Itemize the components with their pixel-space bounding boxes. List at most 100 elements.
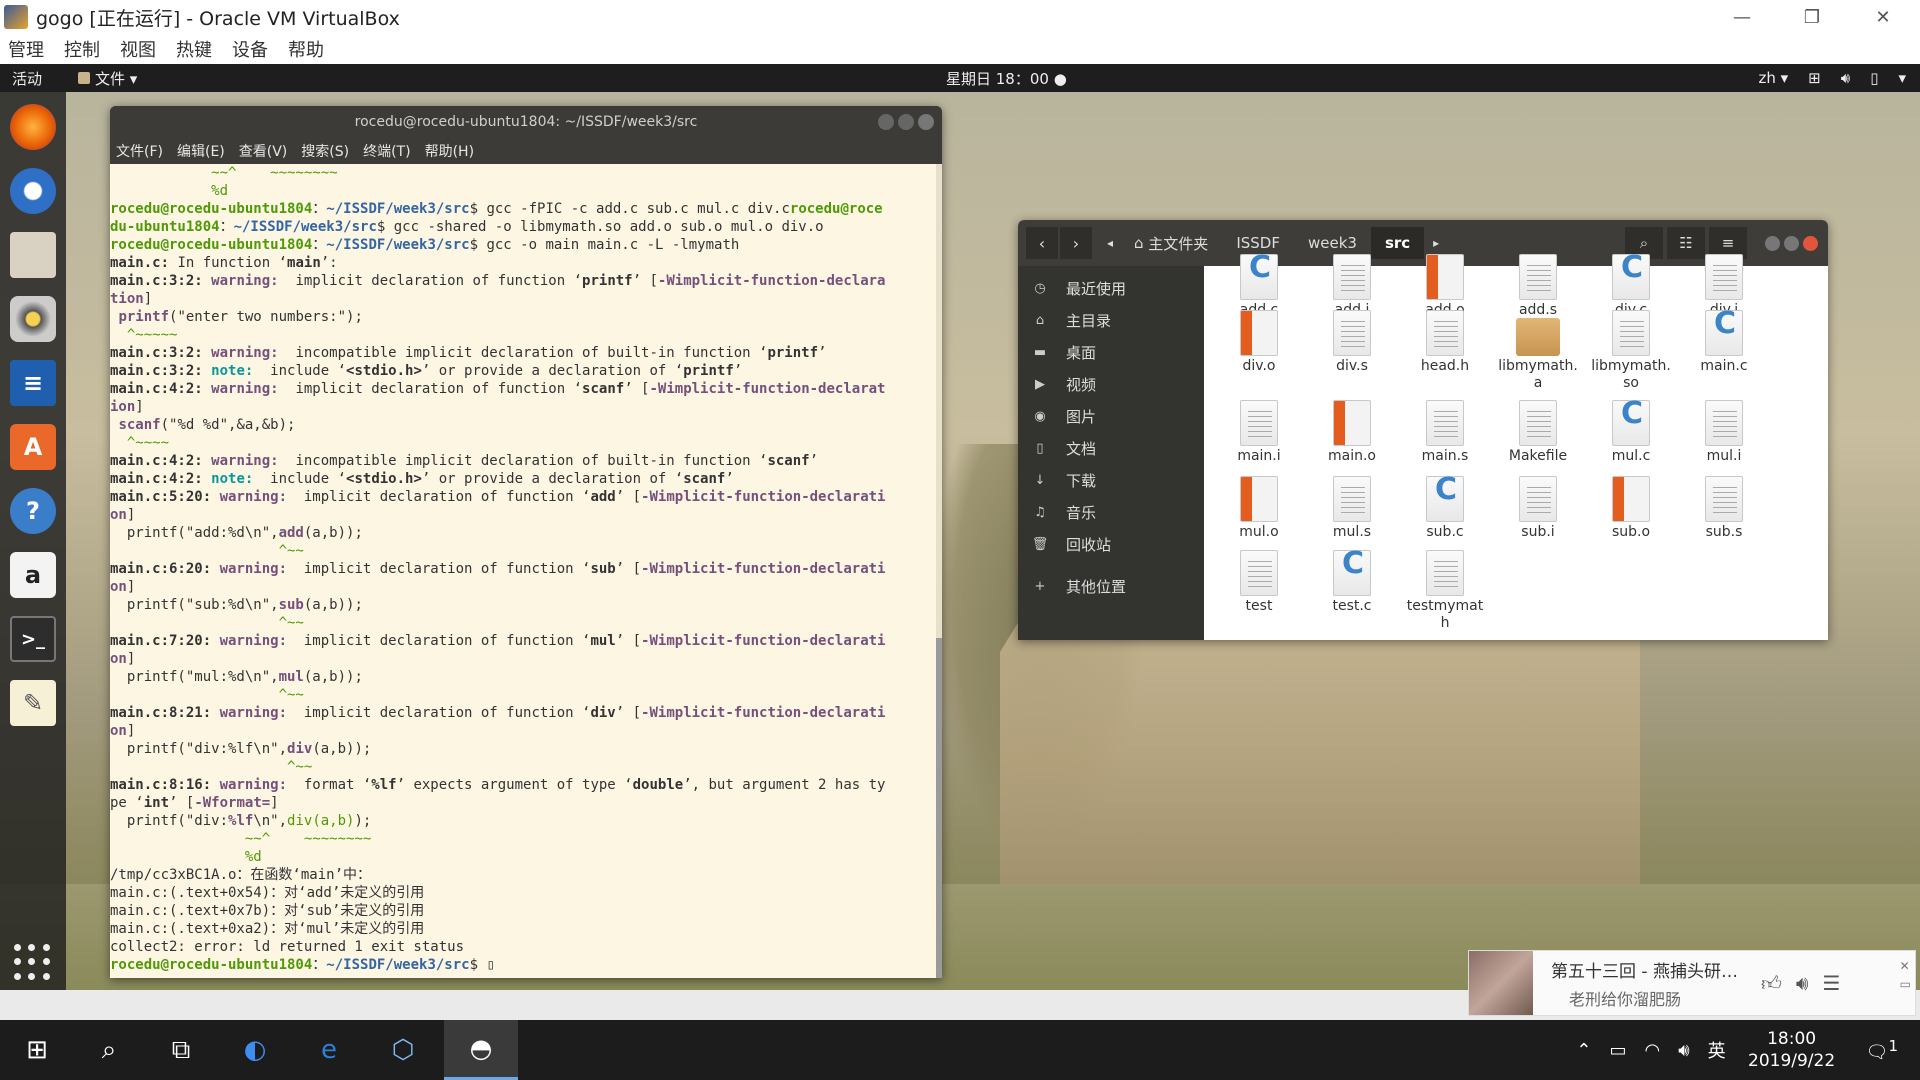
input-method-indicator[interactable]: zh ▾ — [1758, 69, 1788, 87]
forward-button[interactable]: › — [1060, 227, 1092, 259]
files-icon[interactable] — [10, 232, 56, 278]
gnome-clock[interactable]: 星期日 18：00 ● — [946, 68, 1067, 89]
thumbs-up-icon[interactable]: 👍︎ — [1761, 971, 1782, 996]
terminal-menu-help[interactable]: 帮助(H) — [425, 141, 474, 161]
crumb-home[interactable]: ⌂ 主文件夹 — [1120, 227, 1222, 259]
file-item[interactable]: mul.s — [1307, 476, 1397, 541]
files-close-button[interactable] — [1803, 235, 1818, 251]
file-item[interactable]: mul.c — [1586, 400, 1676, 465]
help-icon[interactable]: ? — [10, 488, 56, 534]
file-item[interactable]: test.c — [1307, 550, 1397, 615]
menu-devices[interactable]: 设备 — [232, 36, 268, 62]
notification-center-icon[interactable]: 🗨︎1 — [1866, 1037, 1898, 1063]
firefox-icon[interactable] — [10, 104, 56, 150]
thunderbird-icon[interactable] — [10, 168, 56, 214]
file-item[interactable]: mul.i — [1679, 400, 1769, 465]
terminal-scrollbar[interactable] — [936, 164, 942, 978]
terminal-minimize-button[interactable] — [878, 114, 894, 130]
restore-button[interactable]: ❐ — [1777, 0, 1847, 34]
ime-indicator[interactable]: 英 — [1708, 1037, 1726, 1063]
file-item[interactable]: testmymat h — [1400, 550, 1490, 632]
terminal-output[interactable]: ~~^ ~~~~~~~~ %d rocedu@rocedu-ubuntu1804：… — [110, 164, 942, 978]
menu-control[interactable]: 控制 — [64, 36, 100, 62]
file-item[interactable]: div.s — [1307, 310, 1397, 375]
terminal-menu-view[interactable]: 查看(V) — [239, 141, 288, 161]
minimize-button[interactable]: — — [1707, 0, 1777, 34]
terminal-menu-search[interactable]: 搜索(S) — [301, 141, 349, 161]
sogou-browser-icon[interactable]: ◐ — [218, 1020, 292, 1080]
terminal-icon[interactable]: >_ — [10, 616, 56, 662]
terminal-titlebar[interactable]: rocedu@rocedu-ubuntu1804: ~/ISSDF/week3/… — [110, 106, 942, 138]
system-menu-chevron-icon[interactable]: ▾ — [1898, 69, 1906, 87]
menu-hotkeys[interactable]: 热键 — [176, 36, 212, 62]
battery-icon[interactable]: ▯ — [1870, 69, 1878, 87]
menu-manage[interactable]: 管理 — [8, 36, 44, 62]
amazon-icon[interactable]: a — [10, 552, 56, 598]
show-applications-icon[interactable] — [14, 944, 52, 982]
sidebar-item-downloads[interactable]: ↓ 下载 — [1018, 464, 1204, 496]
activities-button[interactable]: 活动 — [12, 68, 42, 89]
file-item[interactable]: libmymath. so — [1586, 310, 1676, 392]
file-item[interactable]: main.o — [1307, 400, 1397, 465]
app-menu[interactable]: 文件 ▾ — [78, 68, 137, 89]
sidebar-item-pictures[interactable]: ◉ 图片 — [1018, 400, 1204, 432]
chevron-up-icon[interactable]: ⌃ — [1576, 1040, 1591, 1061]
text-editor-icon[interactable]: ✎ — [10, 680, 56, 726]
file-item[interactable]: sub.s — [1679, 476, 1769, 541]
vm-window-icon[interactable]: ◓ — [444, 1020, 518, 1080]
volume-icon[interactable]: 🔊︎ — [1678, 1040, 1689, 1061]
terminal-maximize-button[interactable] — [898, 114, 914, 130]
network-icon[interactable]: ⊞ — [1808, 69, 1821, 87]
file-item[interactable]: libmymath. a — [1493, 310, 1583, 392]
playlist-icon[interactable]: ☰ — [1823, 971, 1841, 996]
terminal-menu-file[interactable]: 文件(F) — [116, 141, 163, 161]
virtualbox-icon[interactable]: ⬡ — [366, 1020, 440, 1080]
libreoffice-writer-icon[interactable]: ≡ — [10, 360, 56, 406]
rhythmbox-icon[interactable] — [10, 296, 56, 342]
crumb-left-arrow-icon[interactable]: ◂ — [1100, 227, 1120, 259]
files-window[interactable]: ‹ › ◂ ⌂ 主文件夹 ISSDF week3 src ▸ ⌕ ☷ ≡ ◷ 最近… — [1018, 220, 1828, 640]
sidebar-item-other-locations[interactable]: + 其他位置 — [1018, 570, 1204, 602]
windows-start-icon[interactable]: ⊞ — [0, 1020, 74, 1080]
terminal-scroll-thumb[interactable] — [936, 638, 942, 978]
file-item[interactable]: test — [1214, 550, 1304, 615]
sidebar-item-recent[interactable]: ◷ 最近使用 — [1018, 272, 1204, 304]
speaker-icon[interactable]: 🔊︎ — [1796, 971, 1809, 996]
sidebar-item-home[interactable]: ⌂ 主目录 — [1018, 304, 1204, 336]
terminal-close-button[interactable] — [918, 114, 934, 130]
music-notification[interactable]: 第五十三回 - 燕捕头研… 老刑给你溜肥肠 👍︎ 🔊︎ ☰ ✕ ▭ — [1468, 950, 1916, 1016]
search-icon[interactable]: ⌕ — [72, 1020, 146, 1080]
battery-icon[interactable]: ▭ — [1610, 1040, 1627, 1061]
files-minimize-button[interactable] — [1765, 235, 1780, 251]
file-item[interactable]: sub.o — [1586, 476, 1676, 541]
file-item[interactable]: main.s — [1400, 400, 1490, 465]
terminal-menu-terminal[interactable]: 终端(T) — [363, 141, 410, 161]
file-item[interactable]: div.o — [1214, 310, 1304, 375]
task-view-icon[interactable]: ⧉ — [144, 1020, 218, 1080]
sidebar-item-music[interactable]: ♫ 音乐 — [1018, 496, 1204, 528]
back-button[interactable]: ‹ — [1026, 227, 1058, 259]
menu-help[interactable]: 帮助 — [288, 36, 324, 62]
taskbar-clock[interactable]: 18:00 2019/9/22 — [1744, 1028, 1840, 1072]
menu-view[interactable]: 视图 — [120, 36, 156, 62]
wifi-icon[interactable]: ◠ — [1645, 1040, 1661, 1061]
file-item[interactable]: sub.c — [1400, 476, 1490, 541]
software-center-icon[interactable]: A — [10, 424, 56, 470]
terminal-window[interactable]: rocedu@rocedu-ubuntu1804: ~/ISSDF/week3/… — [110, 106, 942, 978]
edge-icon[interactable]: e — [292, 1020, 366, 1080]
sidebar-item-desktop[interactable]: ▬ 桌面 — [1018, 336, 1204, 368]
notification-window-icon[interactable]: ▭ — [1900, 975, 1911, 993]
file-item[interactable]: main.i — [1214, 400, 1304, 465]
file-item[interactable]: main.c — [1679, 310, 1769, 375]
file-item[interactable]: Makefile — [1493, 400, 1583, 465]
file-item[interactable]: mul.o — [1214, 476, 1304, 541]
close-button[interactable]: ✕ — [1848, 0, 1918, 34]
file-item[interactable]: head.h — [1400, 310, 1490, 375]
sidebar-item-trash[interactable]: 🗑︎ 回收站 — [1018, 528, 1204, 560]
sidebar-item-documents[interactable]: ▯ 文档 — [1018, 432, 1204, 464]
volume-icon[interactable]: 🔊︎ — [1841, 69, 1850, 87]
files-maximize-button[interactable] — [1784, 235, 1799, 251]
terminal-menu-edit[interactable]: 编辑(E) — [177, 141, 225, 161]
file-item[interactable]: sub.i — [1493, 476, 1583, 541]
sidebar-item-videos[interactable]: ▶ 视频 — [1018, 368, 1204, 400]
